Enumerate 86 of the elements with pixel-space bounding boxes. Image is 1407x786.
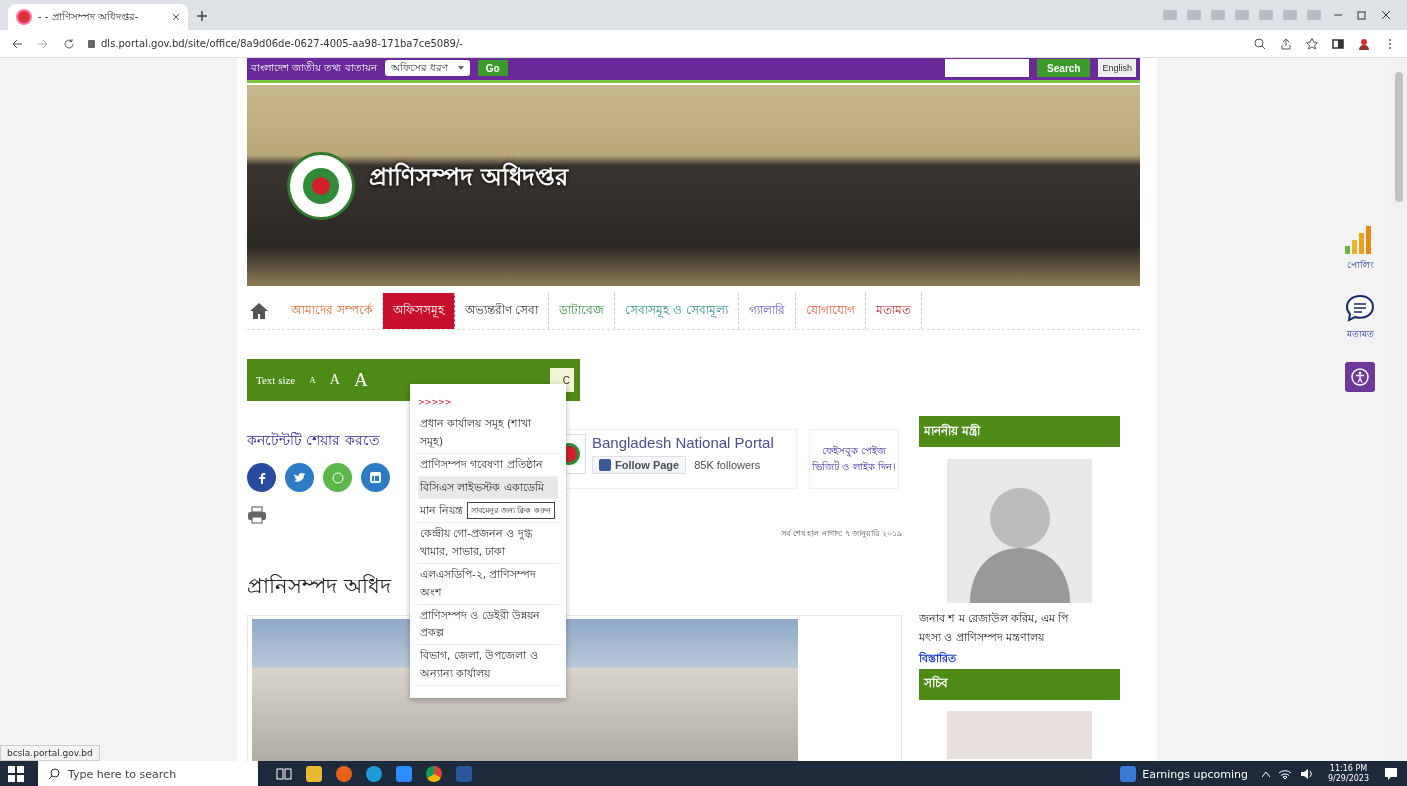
zoom-icon[interactable] xyxy=(1253,36,1267,51)
go-button[interactable]: Go xyxy=(477,60,508,76)
star-icon[interactable] xyxy=(1305,36,1319,51)
nav-tab[interactable]: ডাটাবেজ xyxy=(549,293,616,329)
linkedin-button[interactable] xyxy=(361,463,390,492)
print-icon[interactable] xyxy=(247,506,267,524)
plus-icon[interactable] xyxy=(196,10,208,22)
feedback-label[interactable]: মতামত xyxy=(1346,327,1374,342)
search-icon xyxy=(48,768,60,780)
text-size-label: Text size xyxy=(256,374,296,386)
task-view-icon[interactable] xyxy=(276,766,292,782)
speaker-icon[interactable] xyxy=(1299,768,1314,780)
clock-time[interactable]: 11:16 PM xyxy=(1327,764,1369,774)
last-updated: সর্ব শেষ হাল নাগাদ: ৭ জানুয়ারি ২০১৯ xyxy=(781,528,902,540)
tooltip: সাবমেনুর জন্য ক্লিক করুন xyxy=(467,502,555,520)
taskbar-search-field[interactable]: Type here to search xyxy=(38,761,258,786)
menu-item[interactable]: প্রাণিসম্পদ গবেষণা প্রতিষ্ঠান xyxy=(418,453,558,477)
edge-icon[interactable] xyxy=(366,766,382,782)
clock-date[interactable]: 9/29/2023 xyxy=(1327,774,1369,784)
facebook-note[interactable]: ফেইসবুক পেইজ ভিজিট ও লাইক দিন। xyxy=(809,429,899,489)
portal-name: বাংলাদেশ জাতীয় তথ্য বাতায়ন xyxy=(251,60,377,75)
language-button[interactable]: English xyxy=(1098,59,1136,77)
lock-icon xyxy=(88,39,95,48)
accessibility-icon xyxy=(1351,368,1369,386)
menu-marker: >>>>> xyxy=(418,398,453,407)
firefox-icon[interactable] xyxy=(336,766,352,782)
nav-tab[interactable]: গ্যালারি xyxy=(738,293,796,329)
home-icon[interactable] xyxy=(249,302,269,320)
details-link[interactable]: বিস্তারিত xyxy=(919,651,956,665)
close-icon[interactable] xyxy=(1379,8,1393,22)
person-designation: মৎস্য ও প্রাণিসম্পদ মন্ত্রণালয় xyxy=(919,629,1046,645)
windows-start-icon[interactable] xyxy=(8,766,24,782)
chevron-up-icon[interactable] xyxy=(1261,771,1270,777)
nav-tab[interactable]: অভ্যন্তরীণ সেবা xyxy=(454,293,550,329)
text-size-button[interactable]: A xyxy=(329,372,340,388)
follower-count: 85K followers xyxy=(694,459,761,471)
browser-tab[interactable]: - - প্রাণিসম্পদ অধিদপ্তর- xyxy=(8,4,188,30)
f-letter-icon xyxy=(257,471,266,484)
menu-item[interactable]: কেন্দ্রীয় গো-প্রজনন ও দুগ্ধ খামার, সাভার, ঢাকা xyxy=(418,523,558,564)
text-size-button[interactable]: A xyxy=(353,369,368,391)
status-url: bcsla.portal.gov.bd xyxy=(0,745,100,761)
accessibility-button[interactable] xyxy=(1345,362,1375,392)
nav-tab[interactable]: অফিসসমূহ xyxy=(382,293,455,329)
site-icon xyxy=(16,9,32,25)
menu-item[interactable]: এলএসডিপি-২, প্রাণিসম্পদ অংশ xyxy=(418,563,558,605)
site-title: প্রাণিসম্পদ অধিদপ্তর xyxy=(369,161,569,193)
menu-item[interactable]: বিসিএস লাইভস্টক একাডেমি xyxy=(418,476,558,500)
page-name[interactable]: Bangladesh National Portal xyxy=(592,434,774,451)
restore-icon[interactable] xyxy=(1355,8,1369,22)
nav-tab[interactable]: যোগাযোগ xyxy=(795,293,866,329)
text-size-button[interactable]: A xyxy=(309,375,316,385)
profile-icon[interactable] xyxy=(1357,36,1371,51)
wifi-icon[interactable] xyxy=(1277,768,1292,780)
menu-item[interactable]: বিভাগ, জেলা, উপজেলা ও অন্যান্য কার্যালয় xyxy=(418,645,558,686)
share-label: কনটেন্টটি শেয়ার করতে xyxy=(247,431,380,450)
caret-icon xyxy=(457,66,464,70)
search-button[interactable]: Search xyxy=(1037,59,1091,77)
reload-icon[interactable] xyxy=(62,36,76,51)
poll-label[interactable]: পোলিং xyxy=(1346,258,1374,273)
section-header: সচিব xyxy=(919,668,1120,702)
section-header: মাননীয় মন্ত্রী xyxy=(919,416,1120,449)
news-icon[interactable] xyxy=(1120,766,1137,782)
news-widget[interactable]: Earnings upcoming xyxy=(1142,767,1248,781)
person-name: জনাব শ ম রেজাউল করিম, এম পি xyxy=(919,611,1070,626)
bird-icon xyxy=(293,472,306,483)
nav-tab[interactable]: মতামত xyxy=(865,293,922,329)
menu-item[interactable]: প্রধান কার্যালয় সমূহ (শাখা সমূহ) xyxy=(418,413,558,454)
menu-item[interactable]: প্রাণিসম্পদ ও ডেইরী উন্নয়ন প্রকল্প xyxy=(418,604,558,646)
share-icon[interactable] xyxy=(1279,36,1293,51)
chrome-icon[interactable] xyxy=(426,766,442,782)
search-field[interactable] xyxy=(945,59,1030,77)
menu-item[interactable]: মান নিয়ন্ত্র xyxy=(418,500,466,523)
facebook-button[interactable] xyxy=(247,463,276,492)
twitter-button[interactable] xyxy=(285,463,314,492)
address-field[interactable]: dls.portal.gov.bd/site/office/8a9d06de-0627-4005-aa98-171ba7ce5089/- xyxy=(101,38,463,49)
follow-page-button[interactable]: Follow Page xyxy=(592,456,687,474)
close-icon[interactable] xyxy=(172,13,180,21)
side-panel-icon[interactable] xyxy=(1331,36,1345,51)
nav-tab[interactable]: আমাদের সম্পর্কে xyxy=(281,293,383,329)
nav-tab[interactable]: সেবাসমূহ ও সেবামূল্য xyxy=(615,293,739,329)
chat-icon[interactable] xyxy=(1344,293,1376,323)
page-heading: প্রানিসম্পদ অধিদ xyxy=(247,573,391,600)
office-type-select[interactable]: অফিসের ধরণ xyxy=(384,60,470,76)
in-square-icon xyxy=(370,472,381,483)
scrollbar-thumb[interactable] xyxy=(1395,72,1403,202)
notification-icon[interactable] xyxy=(1383,766,1399,782)
